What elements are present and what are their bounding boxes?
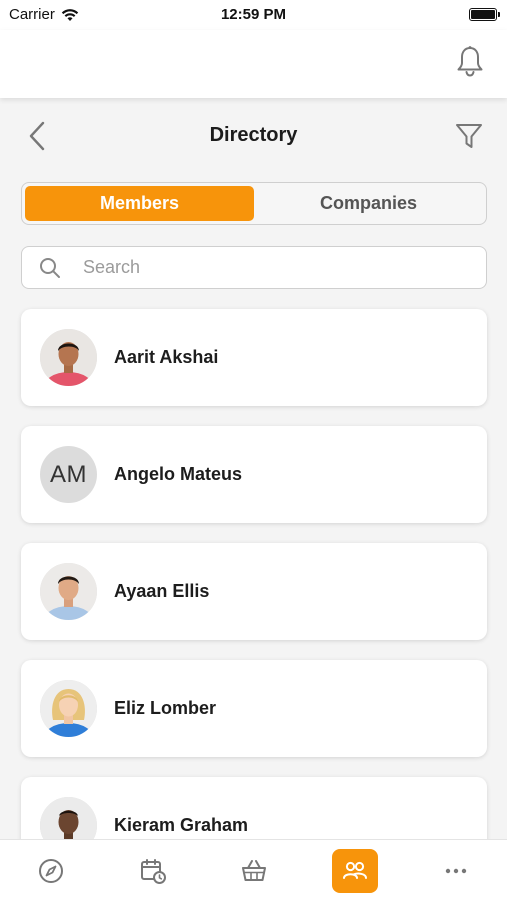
- search-icon: [40, 257, 60, 278]
- avatar: [40, 563, 97, 620]
- member-card[interactable]: Aarit Akshai: [21, 309, 487, 406]
- nav-row: Directory: [0, 108, 507, 164]
- status-bar: Carrier 12:59 PM: [0, 0, 507, 30]
- tab-companies[interactable]: Companies: [254, 186, 483, 221]
- calendar-clock-icon: [141, 859, 166, 884]
- avatar: [40, 680, 97, 737]
- tab-directory[interactable]: [332, 849, 378, 893]
- basket-icon: [242, 860, 266, 881]
- bottom-tab-bar: [0, 839, 507, 900]
- member-name: Aarit Akshai: [114, 347, 219, 367]
- tab-bookings[interactable]: [130, 849, 176, 893]
- search-input[interactable]: [83, 257, 463, 278]
- directory-segmented-control: Members Companies: [21, 182, 487, 225]
- tab-shop[interactable]: [231, 849, 277, 893]
- clock: 12:59 PM: [220, 6, 287, 23]
- person-photo-icon: [40, 563, 97, 620]
- people-icon: [343, 861, 367, 879]
- compass-icon: [39, 859, 63, 883]
- avatar: [40, 329, 97, 386]
- avatar: AM: [40, 446, 97, 503]
- top-bar: [0, 30, 507, 98]
- member-name: Angelo Mateus: [114, 464, 243, 484]
- filter-icon[interactable]: [455, 122, 483, 150]
- member-name: Kieram Graham: [114, 815, 249, 835]
- more-icon: [445, 868, 467, 874]
- member-card[interactable]: Ayaan Ellis: [21, 543, 487, 640]
- search-bar: [21, 246, 487, 289]
- member-card[interactable]: Eliz Lomber: [21, 660, 487, 757]
- bell-icon[interactable]: [455, 45, 485, 79]
- page-title: Directory: [209, 124, 298, 146]
- person-photo-icon: [40, 329, 97, 386]
- avatar-initials: AM: [50, 460, 87, 488]
- member-card[interactable]: AM Angelo Mateus: [21, 426, 487, 523]
- tab-more[interactable]: [433, 849, 479, 893]
- tab-members[interactable]: Members: [25, 186, 254, 221]
- battery-icon: [469, 8, 500, 21]
- person-photo-icon: [40, 680, 97, 737]
- tab-explore[interactable]: [28, 849, 74, 893]
- member-name: Ayaan Ellis: [114, 581, 210, 601]
- member-name: Eliz Lomber: [114, 698, 217, 718]
